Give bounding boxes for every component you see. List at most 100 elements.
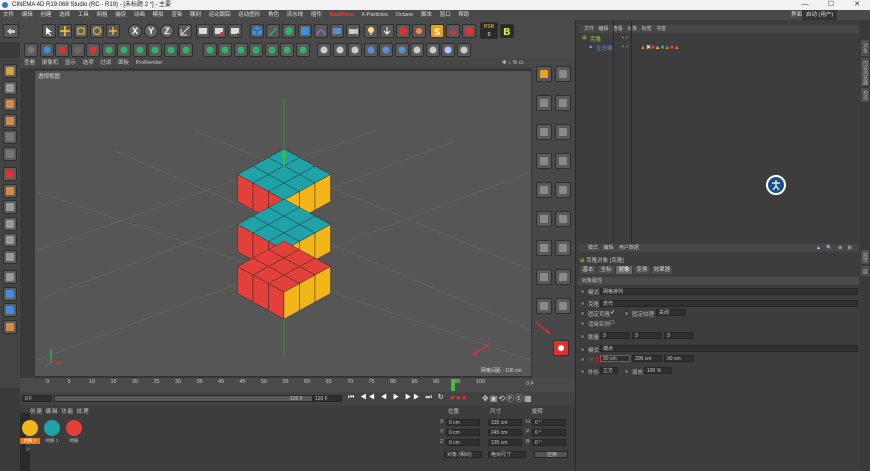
viewport-menu-camera[interactable]: 摄像机 — [42, 60, 59, 66]
mograph-step-icon[interactable] — [295, 43, 310, 57]
tab-basic[interactable]: 基本 — [580, 266, 596, 274]
hair-tag-icon[interactable] — [536, 298, 552, 314]
menu-render[interactable]: 渲染 — [168, 10, 185, 20]
anim-dot[interactable] — [580, 321, 585, 326]
cube-mode-icon[interactable] — [3, 183, 17, 198]
mograph-random-icon[interactable] — [264, 43, 279, 57]
material-menu-texture[interactable]: 纹理 — [77, 409, 90, 415]
edges-mode-icon[interactable] — [86, 43, 100, 57]
tag-icon[interactable] — [462, 24, 476, 38]
xparticles-icon[interactable] — [412, 24, 426, 38]
size-x-field[interactable]: 135 cm — [488, 419, 522, 426]
menu-mesh[interactable]: 网格 — [93, 10, 110, 20]
texture-mode-icon[interactable] — [39, 43, 54, 57]
count-y-field[interactable]: 3 — [632, 332, 662, 339]
pen-icon[interactable] — [266, 24, 280, 38]
mograph-shader-icon[interactable] — [280, 43, 294, 57]
menu-character[interactable]: 角色 — [265, 10, 282, 20]
side-tab-objects[interactable]: 对象 — [861, 40, 869, 56]
camera-icon[interactable] — [346, 24, 360, 38]
workplane-lock-icon[interactable] — [179, 43, 193, 57]
snap-icon[interactable] — [163, 43, 178, 57]
viewport-menu-view[interactable]: 查看 — [24, 60, 35, 66]
max-frame-field[interactable]: 120 F — [312, 395, 342, 402]
phong-tag-icon[interactable] — [536, 182, 552, 198]
menu-plugins[interactable]: 插件 — [308, 10, 325, 20]
menu-help[interactable]: 帮助 — [455, 10, 472, 20]
anim-dot[interactable] — [580, 311, 585, 316]
uvw-polygons-icon[interactable] — [3, 146, 17, 161]
minimize-button[interactable]: — — [792, 0, 818, 10]
spline-pen-icon[interactable] — [332, 43, 347, 57]
deformer-icon[interactable] — [314, 24, 328, 38]
xpresso-tag-icon[interactable] — [555, 182, 571, 198]
menu-script[interactable]: 脚本 — [418, 10, 435, 20]
side-tab-attributes[interactable]: 属性 — [861, 250, 869, 264]
nurbs-icon[interactable] — [363, 43, 378, 57]
viewport-menu-filter[interactable]: 过滤 — [100, 60, 111, 66]
layout-icon[interactable] — [555, 66, 571, 82]
octane-s-icon[interactable]: S — [430, 24, 444, 38]
menu-create[interactable]: 创建 — [37, 10, 54, 20]
texture-tag-icon[interactable] — [555, 95, 571, 111]
shape-dropdown[interactable]: 立方 — [600, 367, 618, 374]
axis-mode-icon[interactable] — [117, 43, 131, 57]
pos-z-field[interactable]: 0 cm — [446, 439, 480, 446]
clone-dropdown[interactable]: 迭代 — [600, 300, 858, 307]
mograph-matrix-icon[interactable] — [233, 43, 248, 57]
material-menu-function[interactable]: 功能 — [61, 409, 74, 415]
count-z-field[interactable]: 3 — [664, 332, 694, 339]
solo-icon[interactable] — [3, 286, 17, 301]
layout-dropdown[interactable]: 启动 (用户) — [802, 10, 838, 20]
render-settings-icon[interactable] — [228, 24, 242, 38]
object-menu-edit[interactable]: 编辑 — [598, 26, 608, 32]
menu-animate[interactable]: 动画 — [131, 10, 148, 20]
fix-clone-checkbox[interactable]: ✓ — [610, 309, 615, 316]
render-instance-checkbox[interactable]: ☐ — [610, 320, 614, 326]
mode2-dropdown[interactable]: 端点 — [600, 345, 858, 352]
maximize-button[interactable]: ☐ — [818, 0, 844, 10]
tab-object[interactable]: 对象 — [616, 266, 632, 274]
size-z-field[interactable]: 90 cm — [664, 355, 694, 362]
menu-sculpt[interactable]: 雕刻 — [187, 10, 204, 20]
coordinate-system-icon[interactable] — [178, 24, 192, 38]
edges-icon[interactable] — [3, 97, 17, 111]
render-picture-viewer-icon[interactable] — [212, 24, 226, 38]
lathe-icon[interactable] — [410, 43, 424, 57]
quantize-icon[interactable] — [3, 270, 17, 284]
rot-b-field[interactable]: 0 ° — [532, 439, 566, 446]
tab-transform[interactable]: 变换 — [634, 266, 650, 274]
sweep-icon[interactable] — [394, 43, 409, 57]
fx-icon[interactable] — [456, 43, 471, 57]
arrow-down-icon[interactable] — [446, 24, 460, 38]
pos-y-field[interactable]: 0 cm — [446, 429, 480, 436]
menu-mograph[interactable]: 运动图形 — [235, 10, 263, 20]
pos-x-field[interactable]: 0 cm — [446, 419, 480, 426]
attribute-nav-icons[interactable]: ▲ 🔍 ⊕ ⊞ — [816, 244, 852, 252]
viewport-nav-icon[interactable]: ✥ ↓ ⟲ ▭ — [502, 58, 524, 68]
uvw-points-icon[interactable] — [3, 130, 17, 144]
object-menu-view[interactable]: 查看 — [613, 26, 623, 32]
size-x-field[interactable]: 90 cm — [600, 355, 630, 362]
apply-button[interactable]: 应用 — [534, 451, 568, 458]
menu-x-particles[interactable]: X-Particles — [358, 10, 391, 20]
menu-select[interactable]: 选择 — [56, 10, 73, 20]
rot-p-field[interactable]: 0 ° — [532, 429, 566, 436]
z-axis-lock-button[interactable]: Z — [160, 24, 174, 38]
workplane-mode-icon[interactable] — [3, 233, 17, 247]
tab-coord[interactable]: 坐标 — [598, 266, 614, 274]
cube-icon[interactable] — [250, 24, 264, 38]
scene-icon[interactable] — [330, 24, 344, 38]
record-buttons[interactable]: ●●● — [450, 393, 468, 402]
recent-tool-icon[interactable] — [106, 24, 120, 38]
menu-motion-tracking[interactable]: 运动跟踪 — [206, 10, 234, 20]
viewport-menu-prorender[interactable]: ProRender — [136, 60, 163, 66]
menu-window[interactable]: 窗口 — [437, 10, 454, 20]
object-row-cube[interactable]: ▲ 立方体 ▪ ✓ ▲✖■▲■▲■▲ — [578, 44, 859, 53]
select-icon[interactable] — [42, 24, 56, 38]
rotate-icon[interactable] — [90, 24, 104, 38]
vibrate-tag-icon[interactable] — [555, 211, 571, 227]
loft-icon[interactable] — [425, 43, 440, 57]
menu-simulate[interactable]: 模拟 — [150, 10, 167, 20]
attribute-menu-edit[interactable]: 编辑 — [603, 245, 613, 251]
